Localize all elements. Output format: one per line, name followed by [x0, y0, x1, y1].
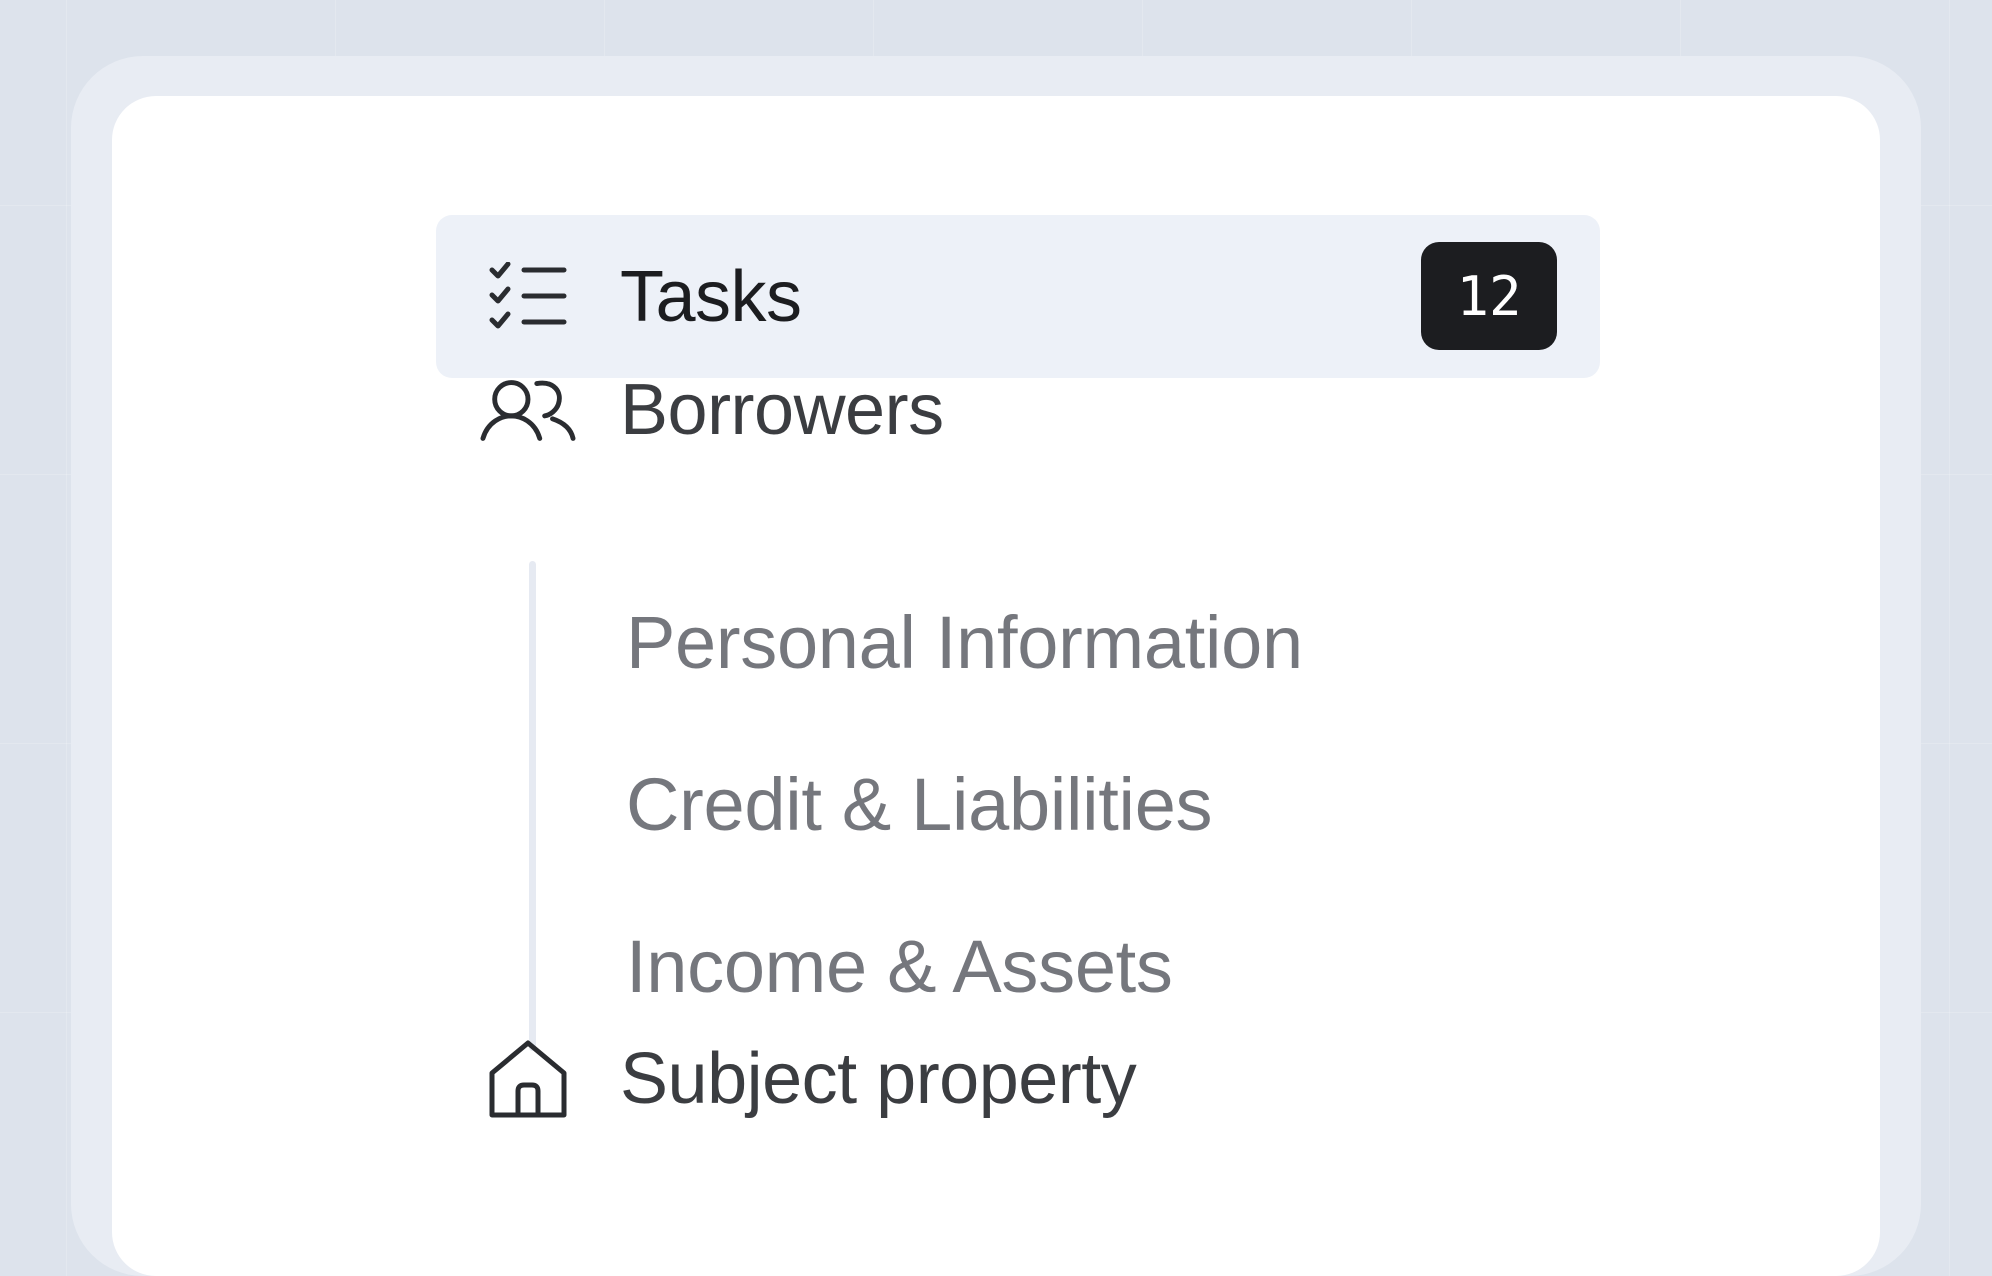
users-icon — [480, 362, 576, 458]
subnav-item-personal-information[interactable]: Personal Information — [626, 600, 1303, 685]
subnav-item-income-assets[interactable]: Income & Assets — [626, 924, 1173, 1009]
nav-item-label: Tasks — [620, 256, 802, 337]
house-icon — [480, 1031, 576, 1127]
submenu-rail — [529, 561, 536, 1051]
nav-item-borrowers[interactable]: Borrowers — [436, 350, 1600, 470]
nav-item-label: Subject property — [620, 1039, 1137, 1119]
nav-item-label: Borrowers — [620, 370, 944, 450]
nav-item-subject-property[interactable]: Subject property — [436, 1019, 1600, 1139]
subnav-item-credit-liabilities[interactable]: Credit & Liabilities — [626, 762, 1213, 847]
task-count-badge: 12 — [1421, 242, 1557, 350]
checklist-icon — [480, 249, 576, 345]
